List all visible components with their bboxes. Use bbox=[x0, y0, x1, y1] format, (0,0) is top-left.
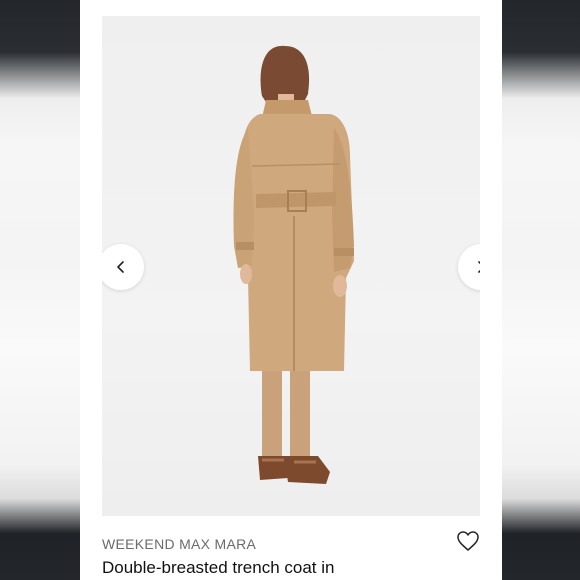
product-photo bbox=[233, 45, 354, 484]
chevron-left-icon bbox=[117, 261, 124, 273]
product-brand: WEEKEND MAX MARA bbox=[102, 536, 257, 552]
product-title[interactable]: Double-breasted trench coat in bbox=[102, 558, 334, 578]
product-image-carousel[interactable] bbox=[102, 16, 480, 516]
product-card: WEEKEND MAX MARA Double-breasted trench … bbox=[80, 0, 502, 580]
heart-outline-icon[interactable] bbox=[456, 530, 480, 552]
blurred-backdrop-right bbox=[502, 0, 580, 580]
chevron-right-icon bbox=[478, 261, 480, 273]
blurred-backdrop-left bbox=[0, 0, 80, 580]
